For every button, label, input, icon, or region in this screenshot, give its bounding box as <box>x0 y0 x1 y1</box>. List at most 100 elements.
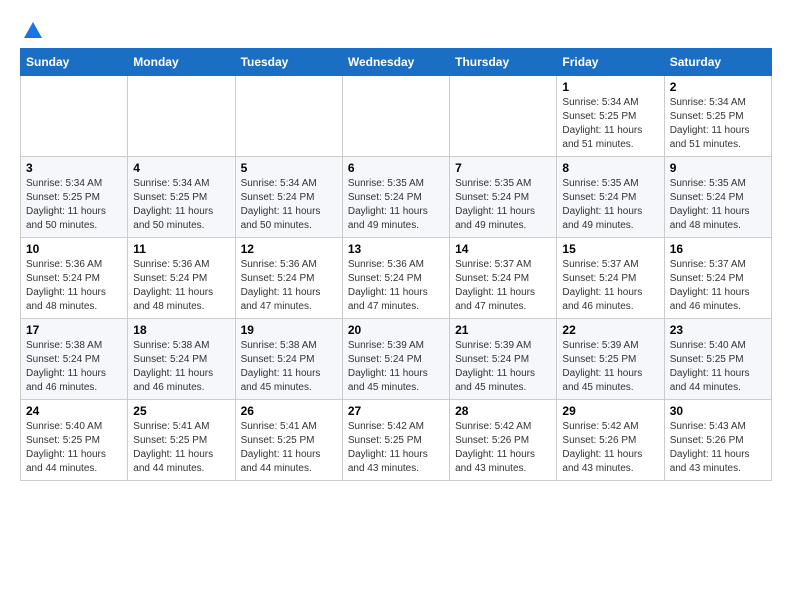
calendar-week-row: 10 Sunrise: 5:36 AM Sunset: 5:24 PM Dayli… <box>21 238 772 319</box>
day-number: 15 <box>562 242 658 256</box>
calendar-week-row: 1 Sunrise: 5:34 AM Sunset: 5:25 PM Daylig… <box>21 76 772 157</box>
day-info: Sunrise: 5:35 AM Sunset: 5:24 PM Dayligh… <box>348 177 444 233</box>
calendar-cell: 4 Sunrise: 5:34 AM Sunset: 5:25 PM Daylig… <box>128 157 235 238</box>
calendar-cell: 15 Sunrise: 5:37 AM Sunset: 5:24 PM Dayli… <box>557 238 664 319</box>
calendar-cell: 30 Sunrise: 5:43 AM Sunset: 5:26 PM Dayli… <box>664 400 771 481</box>
day-number: 30 <box>670 404 766 418</box>
day-number: 17 <box>26 323 122 337</box>
calendar-cell <box>450 76 557 157</box>
day-number: 26 <box>241 404 337 418</box>
calendar-cell: 12 Sunrise: 5:36 AM Sunset: 5:24 PM Dayli… <box>235 238 342 319</box>
day-info: Sunrise: 5:34 AM Sunset: 5:25 PM Dayligh… <box>26 177 122 233</box>
day-number: 7 <box>455 161 551 175</box>
day-info: Sunrise: 5:42 AM Sunset: 5:26 PM Dayligh… <box>562 420 658 476</box>
calendar-table: SundayMondayTuesdayWednesdayThursdayFrid… <box>20 48 772 481</box>
day-info: Sunrise: 5:35 AM Sunset: 5:24 PM Dayligh… <box>455 177 551 233</box>
page-header <box>20 20 772 38</box>
calendar-cell: 20Sunrise: 5:39 AM Sunset: 5:24 PM Dayli… <box>342 319 449 400</box>
calendar-cell: 11 Sunrise: 5:36 AM Sunset: 5:24 PM Dayli… <box>128 238 235 319</box>
day-number: 20 <box>348 323 444 337</box>
day-info: Sunrise: 5:38 AM Sunset: 5:24 PM Dayligh… <box>241 339 337 395</box>
weekday-header: Sunday <box>21 49 128 76</box>
calendar-cell <box>342 76 449 157</box>
day-info: Sunrise: 5:36 AM Sunset: 5:24 PM Dayligh… <box>241 258 337 314</box>
day-info: Sunrise: 5:37 AM Sunset: 5:24 PM Dayligh… <box>562 258 658 314</box>
day-info: Sunrise: 5:37 AM Sunset: 5:24 PM Dayligh… <box>455 258 551 314</box>
weekday-header: Friday <box>557 49 664 76</box>
day-info: Sunrise: 5:40 AM Sunset: 5:25 PM Dayligh… <box>26 420 122 476</box>
day-info: Sunrise: 5:38 AM Sunset: 5:24 PM Dayligh… <box>133 339 229 395</box>
calendar-cell: 2 Sunrise: 5:34 AM Sunset: 5:25 PM Daylig… <box>664 76 771 157</box>
calendar-cell: 22 Sunrise: 5:39 AM Sunset: 5:25 PM Dayli… <box>557 319 664 400</box>
day-info: Sunrise: 5:34 AM Sunset: 5:25 PM Dayligh… <box>562 96 658 152</box>
logo-icon <box>22 20 44 42</box>
day-number: 19 <box>241 323 337 337</box>
day-number: 1 <box>562 80 658 94</box>
day-number: 25 <box>133 404 229 418</box>
day-info: Sunrise: 5:34 AM Sunset: 5:24 PM Dayligh… <box>241 177 337 233</box>
day-info: Sunrise: 5:41 AM Sunset: 5:25 PM Dayligh… <box>133 420 229 476</box>
day-info: Sunrise: 5:35 AM Sunset: 5:24 PM Dayligh… <box>562 177 658 233</box>
day-number: 29 <box>562 404 658 418</box>
day-number: 9 <box>670 161 766 175</box>
calendar-body: 1 Sunrise: 5:34 AM Sunset: 5:25 PM Daylig… <box>21 76 772 481</box>
calendar-cell: 21Sunrise: 5:39 AM Sunset: 5:24 PM Dayli… <box>450 319 557 400</box>
day-info: Sunrise: 5:41 AM Sunset: 5:25 PM Dayligh… <box>241 420 337 476</box>
day-info: Sunrise: 5:35 AM Sunset: 5:24 PM Dayligh… <box>670 177 766 233</box>
calendar-cell: 19 Sunrise: 5:38 AM Sunset: 5:24 PM Dayli… <box>235 319 342 400</box>
day-info: Sunrise: 5:42 AM Sunset: 5:25 PM Dayligh… <box>348 420 444 476</box>
day-number: 4 <box>133 161 229 175</box>
day-info: Sunrise: 5:42 AM Sunset: 5:26 PM Dayligh… <box>455 420 551 476</box>
calendar-cell: 5Sunrise: 5:34 AM Sunset: 5:24 PM Daylig… <box>235 157 342 238</box>
calendar-cell: 29 Sunrise: 5:42 AM Sunset: 5:26 PM Dayli… <box>557 400 664 481</box>
calendar-cell: 6 Sunrise: 5:35 AM Sunset: 5:24 PM Daylig… <box>342 157 449 238</box>
day-number: 27 <box>348 404 444 418</box>
calendar-cell <box>128 76 235 157</box>
day-info: Sunrise: 5:39 AM Sunset: 5:24 PM Dayligh… <box>455 339 551 395</box>
day-number: 13 <box>348 242 444 256</box>
day-number: 18 <box>133 323 229 337</box>
day-info: Sunrise: 5:34 AM Sunset: 5:25 PM Dayligh… <box>670 96 766 152</box>
calendar-cell: 25 Sunrise: 5:41 AM Sunset: 5:25 PM Dayli… <box>128 400 235 481</box>
day-number: 6 <box>348 161 444 175</box>
day-number: 16 <box>670 242 766 256</box>
calendar-cell: 27 Sunrise: 5:42 AM Sunset: 5:25 PM Dayli… <box>342 400 449 481</box>
calendar-cell: 1 Sunrise: 5:34 AM Sunset: 5:25 PM Daylig… <box>557 76 664 157</box>
day-number: 28 <box>455 404 551 418</box>
calendar-cell: 18 Sunrise: 5:38 AM Sunset: 5:24 PM Dayli… <box>128 319 235 400</box>
day-number: 2 <box>670 80 766 94</box>
calendar-cell: 23Sunrise: 5:40 AM Sunset: 5:25 PM Dayli… <box>664 319 771 400</box>
calendar-cell: 24 Sunrise: 5:40 AM Sunset: 5:25 PM Dayli… <box>21 400 128 481</box>
day-info: Sunrise: 5:36 AM Sunset: 5:24 PM Dayligh… <box>133 258 229 314</box>
weekday-header: Tuesday <box>235 49 342 76</box>
day-number: 23 <box>670 323 766 337</box>
logo <box>20 20 44 38</box>
weekday-header: Saturday <box>664 49 771 76</box>
calendar-cell: 17 Sunrise: 5:38 AM Sunset: 5:24 PM Dayli… <box>21 319 128 400</box>
calendar-cell <box>21 76 128 157</box>
day-info: Sunrise: 5:38 AM Sunset: 5:24 PM Dayligh… <box>26 339 122 395</box>
calendar-cell: 26 Sunrise: 5:41 AM Sunset: 5:25 PM Dayli… <box>235 400 342 481</box>
calendar-cell: 14 Sunrise: 5:37 AM Sunset: 5:24 PM Dayli… <box>450 238 557 319</box>
day-number: 22 <box>562 323 658 337</box>
day-info: Sunrise: 5:34 AM Sunset: 5:25 PM Dayligh… <box>133 177 229 233</box>
weekday-header: Monday <box>128 49 235 76</box>
calendar-header: SundayMondayTuesdayWednesdayThursdayFrid… <box>21 49 772 76</box>
calendar-cell <box>235 76 342 157</box>
day-info: Sunrise: 5:39 AM Sunset: 5:25 PM Dayligh… <box>562 339 658 395</box>
calendar-week-row: 24 Sunrise: 5:40 AM Sunset: 5:25 PM Dayli… <box>21 400 772 481</box>
calendar-cell: 16Sunrise: 5:37 AM Sunset: 5:24 PM Dayli… <box>664 238 771 319</box>
calendar-week-row: 17 Sunrise: 5:38 AM Sunset: 5:24 PM Dayli… <box>21 319 772 400</box>
day-info: Sunrise: 5:36 AM Sunset: 5:24 PM Dayligh… <box>348 258 444 314</box>
day-number: 11 <box>133 242 229 256</box>
calendar-week-row: 3Sunrise: 5:34 AM Sunset: 5:25 PM Daylig… <box>21 157 772 238</box>
day-info: Sunrise: 5:43 AM Sunset: 5:26 PM Dayligh… <box>670 420 766 476</box>
day-number: 24 <box>26 404 122 418</box>
calendar-cell: 3Sunrise: 5:34 AM Sunset: 5:25 PM Daylig… <box>21 157 128 238</box>
calendar-cell: 7 Sunrise: 5:35 AM Sunset: 5:24 PM Daylig… <box>450 157 557 238</box>
day-number: 10 <box>26 242 122 256</box>
calendar-cell: 9 Sunrise: 5:35 AM Sunset: 5:24 PM Daylig… <box>664 157 771 238</box>
day-number: 12 <box>241 242 337 256</box>
day-number: 8 <box>562 161 658 175</box>
day-number: 14 <box>455 242 551 256</box>
